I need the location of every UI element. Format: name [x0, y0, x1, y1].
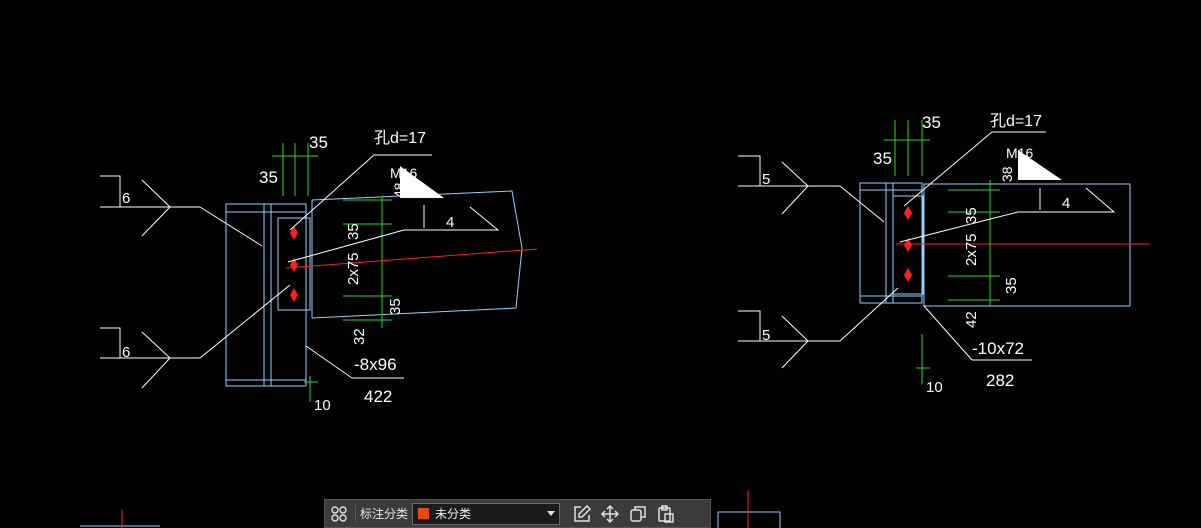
left-weld-6-top: 6 — [122, 190, 130, 207]
copy-button[interactable] — [624, 500, 652, 528]
left-dim-35-top: 35 — [309, 133, 328, 152]
right-dim-35-left: 35 — [873, 149, 892, 168]
left-hole-note: 孔d=17 — [374, 129, 426, 147]
category-color-swatch — [417, 507, 431, 520]
right-bolt-note: M16 — [1006, 145, 1033, 161]
right-leaders — [738, 131, 1116, 369]
left-dim-35-b: 35 — [387, 298, 404, 315]
right-weld-5-top: 5 — [762, 171, 770, 188]
right-dim-35-b: 35 — [1003, 277, 1020, 294]
left-plate-length: 422 — [364, 387, 392, 406]
paste-button[interactable] — [652, 500, 680, 528]
left-bolts — [290, 226, 298, 302]
left-dim-10: 10 — [314, 397, 331, 414]
edit-button[interactable] — [568, 500, 596, 528]
paste-icon — [658, 504, 674, 523]
right-dim-42: 42 — [963, 311, 980, 328]
left-detail: 35 35 孔d=17 M16 48 6 6 4 35 2x75 35 32 -… — [100, 129, 538, 414]
move-icon — [600, 504, 620, 523]
left-weld-4: 4 — [446, 214, 454, 231]
left-dim-2x75: 2x75 — [345, 252, 362, 285]
grid-select-icon — [331, 505, 347, 522]
left-dim-32: 32 — [351, 328, 368, 345]
left-bolt-1 — [290, 226, 298, 240]
right-plate-length: 282 — [986, 371, 1014, 390]
right-dim-10: 10 — [926, 379, 943, 396]
copy-icon — [630, 505, 646, 522]
right-weld-5-bottom: 5 — [762, 327, 770, 344]
left-plate-note: -8x96 — [354, 355, 397, 374]
left-weld-6-bottom: 6 — [122, 344, 130, 361]
right-bolt-3 — [904, 268, 912, 282]
right-detail: 35 35 孔d=17 M16 38 5 5 4 35 2x75 35 42 -… — [738, 112, 1150, 396]
right-plate-note: -10x72 — [972, 339, 1024, 358]
right-dim-35-a: 35 — [963, 207, 980, 224]
left-bolt-3 — [290, 288, 298, 302]
right-weld-4: 4 — [1062, 195, 1070, 212]
right-bolts — [904, 206, 912, 282]
cad-canvas[interactable]: 35 35 孔d=17 M16 48 6 6 4 35 2x75 35 32 -… — [0, 0, 1201, 528]
category-select[interactable]: 未分类 — [412, 502, 561, 525]
category-label: 标注分类 — [360, 507, 409, 521]
toolbar-divider — [355, 504, 356, 523]
left-dim-35-left: 35 — [259, 168, 278, 187]
right-bolt-1 — [904, 206, 912, 220]
right-dim-35-top: 35 — [922, 113, 941, 132]
left-dim-35-a: 35 — [345, 223, 362, 240]
right-dim-2x75: 2x75 — [963, 233, 980, 266]
move-button[interactable] — [596, 500, 624, 528]
left-bolt-note: M16 — [390, 165, 417, 181]
category-value: 未分类 — [435, 507, 472, 521]
edit-icon — [574, 504, 592, 522]
left-dim-48: 48 — [391, 182, 407, 198]
chevron-down-icon — [547, 511, 556, 516]
annotation-toolbar: 标注分类 未分类 — [324, 499, 711, 528]
grid-select-button[interactable] — [325, 500, 353, 528]
left-leaders — [100, 154, 500, 389]
right-dim-38: 38 — [999, 166, 1015, 182]
right-hole-note: 孔d=17 — [990, 112, 1042, 130]
